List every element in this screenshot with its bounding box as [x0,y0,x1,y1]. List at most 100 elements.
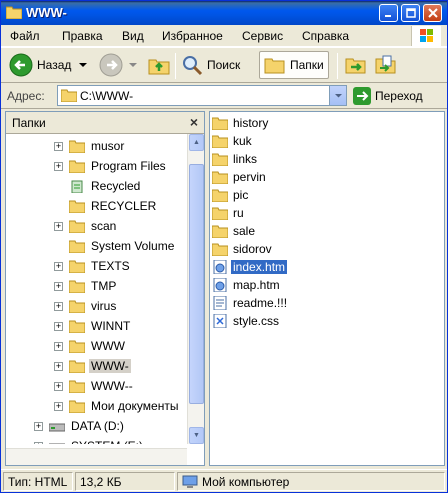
file-item[interactable]: history [212,114,270,132]
expand-toggle[interactable]: + [34,421,43,431]
tree-item-label: WWW-- [91,379,133,393]
status-type: Тип: HTML [3,472,73,491]
title-bar[interactable]: WWW- [1,1,447,25]
expand-toggle[interactable]: + [54,221,63,231]
menu-edit[interactable]: Правка [62,29,103,43]
tree-item[interactable]: + WINNT [54,316,132,336]
menu-help[interactable]: Справка [302,29,349,43]
tree-item[interactable]: + TEXTS [54,256,132,276]
folder-icon [212,117,228,130]
tree-item[interactable]: System Volume [54,236,176,256]
search-button[interactable]: Поиск [181,51,240,79]
search-icon [183,56,203,76]
file-item[interactable]: map.htm [212,276,282,294]
folder-icon [212,153,228,166]
file-item[interactable]: sidorov [212,240,274,258]
expand-toggle[interactable]: + [54,341,63,351]
file-item-label: sidorov [233,242,272,256]
chevron-down-icon[interactable] [127,59,139,71]
expand-toggle[interactable]: + [54,141,63,151]
tree-item[interactable]: Recycled [54,176,142,196]
horizontal-scrollbar[interactable] [6,448,187,465]
windows-flag-icon [420,29,433,42]
close-icon[interactable]: × [190,114,198,130]
tree-item-label: musor [91,139,125,153]
tree-item[interactable]: + DATA (D:) [34,416,126,436]
tree-item[interactable]: + SYSTEM (E:) [34,436,145,444]
expand-toggle[interactable]: + [54,161,63,171]
recycle-bin-icon [71,180,83,193]
file-item[interactable]: kuk [212,132,254,150]
folder-icon [69,400,85,413]
expand-toggle[interactable]: + [54,321,63,331]
expand-toggle[interactable]: + [34,441,43,444]
folder-icon [69,160,85,173]
folder-icon [69,300,85,313]
folders-button[interactable]: Папки [259,51,329,79]
folders-pane: Папки × + musor + Program Files Recycled RECY… [5,111,205,466]
forward-arrow-icon [99,53,123,77]
folder-icon [69,140,85,153]
folder-icon [212,171,228,184]
tree-item[interactable]: + TMP [54,276,118,296]
back-arrow-icon [9,53,33,77]
file-item-label: pervin [233,170,266,184]
expand-toggle[interactable]: + [54,261,63,271]
chevron-down-icon[interactable] [77,59,89,71]
file-item[interactable]: pervin [212,168,268,186]
file-item[interactable]: pic [212,186,250,204]
folder-icon [69,360,85,373]
folder-icon [69,260,85,273]
file-item-label: ru [233,206,244,220]
scroll-up-button[interactable]: ▲ [189,134,204,151]
minimize-button[interactable] [379,4,398,22]
tree-item[interactable]: + WWW [54,336,127,356]
chevron-down-icon [334,94,342,98]
go-label: Переход [375,89,423,103]
file-item[interactable]: index.htm [212,258,289,276]
folder-up-icon [148,59,170,75]
file-item[interactable]: links [212,150,259,168]
move-to-button[interactable] [345,51,367,79]
back-button[interactable]: Назад [9,51,89,79]
tree-item[interactable]: + virus [54,296,118,316]
close-button[interactable] [423,4,442,22]
expand-toggle[interactable]: + [54,381,63,391]
address-input[interactable]: C:\WWW- [57,85,347,106]
file-item[interactable]: style.css [212,312,281,330]
folder-icon [69,280,85,293]
tree-item[interactable]: + WWW- [54,356,131,376]
tree-item[interactable]: + musor [54,136,126,156]
folders-pane-title: Папки [12,116,46,130]
scroll-down-button[interactable]: ▼ [189,427,204,444]
tree-item[interactable]: RECYCLER [54,196,158,216]
menu-tools[interactable]: Сервис [242,29,283,43]
file-item[interactable]: sale [212,222,257,240]
address-dropdown-button[interactable] [329,86,346,105]
expand-toggle[interactable]: + [54,281,63,291]
scroll-thumb[interactable] [189,164,204,404]
menu-view[interactable]: Вид [122,29,144,43]
expand-toggle[interactable]: + [54,401,63,411]
tree-item[interactable]: + WWW-- [54,376,135,396]
file-item-label: readme.!!! [233,296,288,310]
menu-favorites[interactable]: Избранное [162,29,223,43]
forward-button[interactable] [99,51,139,79]
vertical-scrollbar[interactable]: ▲ ▼ [187,134,204,444]
menu-file[interactable]: Файл [10,29,40,43]
copy-to-button[interactable] [375,51,397,79]
folder-icon [212,243,228,256]
tree-item[interactable]: + scan [54,216,118,236]
tree-item[interactable]: + Мои документы [54,396,180,416]
folder-icon [69,320,85,333]
up-button[interactable] [147,51,171,79]
go-button[interactable]: Переход [353,86,423,106]
maximize-button[interactable] [401,4,420,22]
tree-item-label: System Volume [91,239,175,253]
folder-icon [69,220,85,233]
tree-item[interactable]: + Program Files [54,156,168,176]
file-item[interactable]: readme.!!! [212,294,289,312]
expand-toggle[interactable]: + [54,361,63,371]
file-item[interactable]: ru [212,204,246,222]
expand-toggle[interactable]: + [54,301,63,311]
